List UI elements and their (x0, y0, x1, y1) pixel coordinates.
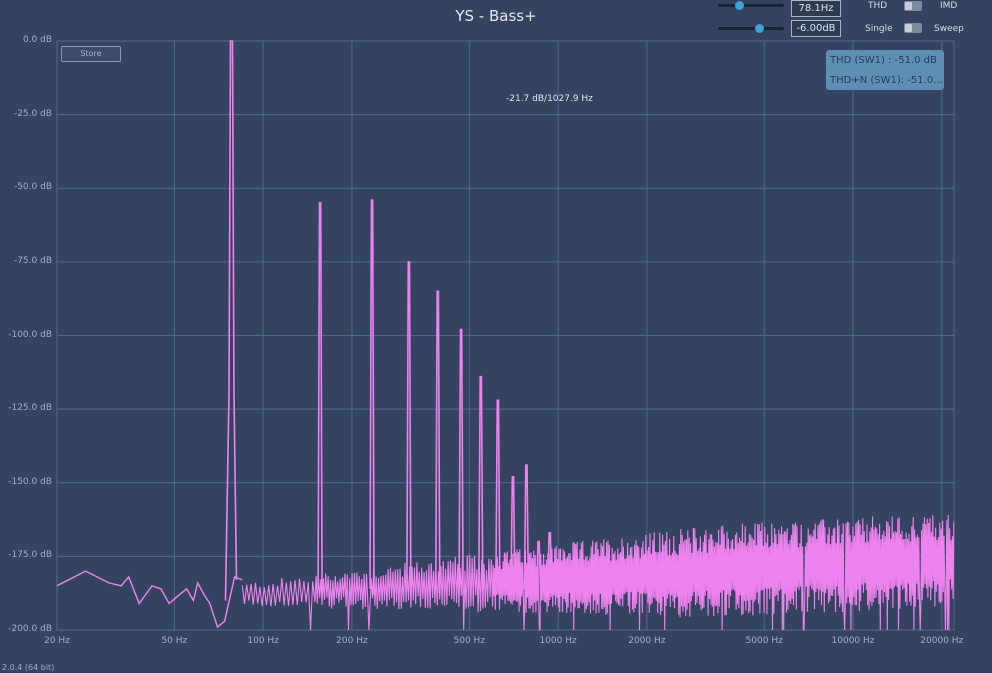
toggle-thumb (905, 2, 912, 10)
harmonic-peak-5 (434, 290, 441, 595)
version-label: 2.0.4 (64 bit) (2, 663, 55, 672)
y-tick-label: -75.0 dB (13, 255, 52, 266)
thdn-value: THD+N (SW1): -51.0... (830, 75, 943, 86)
y-tick-label: -25.0 dB (13, 108, 52, 119)
thd-value: THD (SW1) : -51.0 dB (830, 55, 937, 66)
noise-floor-band (241, 514, 955, 631)
harmonic-peak-6 (458, 328, 464, 595)
harmonic-peak-3 (369, 199, 375, 595)
toggle-thumb (905, 24, 912, 32)
noise-floor-low (56, 570, 243, 629)
spectrum-chart[interactable] (0, 0, 992, 673)
cursor-readout: -21.7 dB/1027.9 Hz (506, 94, 593, 104)
x-tick-label: 1000 Hz (539, 636, 577, 646)
harmonic-peak-4 (406, 261, 412, 595)
x-tick-label: 2000 Hz (628, 636, 666, 646)
x-tick-label: 5000 Hz (745, 636, 783, 646)
amplitude-slider[interactable] (718, 27, 784, 30)
thd-mode-label: THD (868, 1, 888, 11)
y-tick-label: -175.0 dB (8, 550, 52, 561)
fundamental-peak (224, 40, 238, 601)
y-tick-label: -125.0 dB (8, 403, 52, 414)
single-mode-label: Single (865, 24, 893, 34)
x-tick-label: 20000 Hz (920, 636, 964, 646)
single-sweep-toggle[interactable] (904, 23, 922, 33)
imd-mode-label: IMD (940, 1, 958, 11)
x-tick-label: 20 Hz (44, 636, 70, 646)
amplitude-slider-knob[interactable] (754, 24, 764, 33)
x-tick-label: 10000 Hz (831, 636, 875, 646)
amplitude-value-field[interactable]: -6.00dB (791, 20, 841, 37)
x-tick-label: 200 Hz (336, 636, 368, 646)
y-tick-label: -100.0 dB (8, 329, 52, 340)
sweep-mode-label: Sweep (934, 24, 964, 34)
frequency-slider[interactable] (718, 4, 784, 7)
x-tick-label: 500 Hz (453, 636, 486, 646)
y-tick-label: -200.0 dB (8, 624, 52, 634)
x-tick-label: 100 Hz (247, 636, 279, 646)
x-tick-label: 50 Hz (161, 636, 188, 646)
y-tick-label: 0.0 dB (22, 35, 52, 45)
y-tick-label: -150.0 dB (8, 476, 52, 487)
frequency-value-field[interactable]: 78.1Hz (791, 0, 841, 17)
y-tick-label: -50.0 dB (13, 182, 52, 193)
thd-readout-panel: THD (SW1) : -51.0 dB THD+N (SW1): -51.0.… (826, 50, 944, 90)
thd-imd-toggle[interactable] (904, 1, 922, 11)
store-button[interactable]: Store (61, 46, 121, 62)
